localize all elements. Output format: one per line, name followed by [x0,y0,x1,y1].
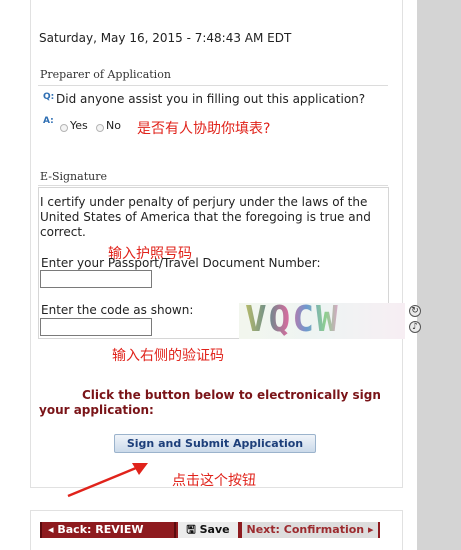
right-gutter [417,0,461,550]
sign-submit-button[interactable]: Sign and Submit Application [114,434,316,453]
next-arrow-icon: ▸ [367,523,374,536]
back-label: Back: REVIEW [57,523,144,536]
captcha-image: VQCW [239,303,405,339]
yes-label[interactable]: Yes [70,119,88,132]
submit-instruction: Click the button below to electronically… [39,388,389,418]
no-radio[interactable] [96,124,104,132]
nav-bar: ◂ Back: REVIEW 🖫 Save Next: Confirmation… [40,522,380,538]
captcha-text: VQCW [245,303,340,339]
submit-instruction-line2: your application: [39,403,154,417]
certify-text: I certify under penalty of perjury under… [40,195,371,239]
assist-question: Did anyone assist you in filling out thi… [56,92,366,106]
next-button[interactable]: Next: Confirmation ▸ [240,522,380,538]
no-label[interactable]: No [106,119,121,132]
code-input[interactable] [40,318,152,336]
passport-label: Enter your Passport/Travel Document Numb… [41,256,321,270]
audio-icon[interactable]: ♪ [409,321,421,333]
captcha-annotation: 输入右侧的验证码 [112,348,224,364]
preparer-divider [38,85,388,86]
preparer-heading: Preparer of Application [40,68,171,81]
save-label: Save [199,523,230,536]
esignature-divider [38,185,388,186]
timestamp: Saturday, May 16, 2015 - 7:48:43 AM EDT [39,31,292,45]
answer-label: A: [43,116,54,126]
submit-instruction-line1: Click the button below to electronically… [82,388,381,402]
passport-input[interactable] [40,270,152,288]
save-button[interactable]: 🖫 Save [176,522,240,538]
save-icon: 🖫 [186,523,196,536]
back-button[interactable]: ◂ Back: REVIEW [40,522,176,538]
yes-radio[interactable] [60,124,68,132]
submit-annotation: 点击这个按钮 [172,473,256,489]
assist-annotation: 是否有人协助你填表? [137,121,271,137]
back-arrow-icon: ◂ [48,523,54,536]
arrow-icon [67,463,148,498]
esignature-heading: E-Signature [40,170,107,183]
next-label: Next: Confirmation [246,523,365,536]
code-label: Enter the code as shown: [41,303,194,317]
question-label: Q: [43,92,55,102]
refresh-icon[interactable]: ↻ [409,305,421,317]
